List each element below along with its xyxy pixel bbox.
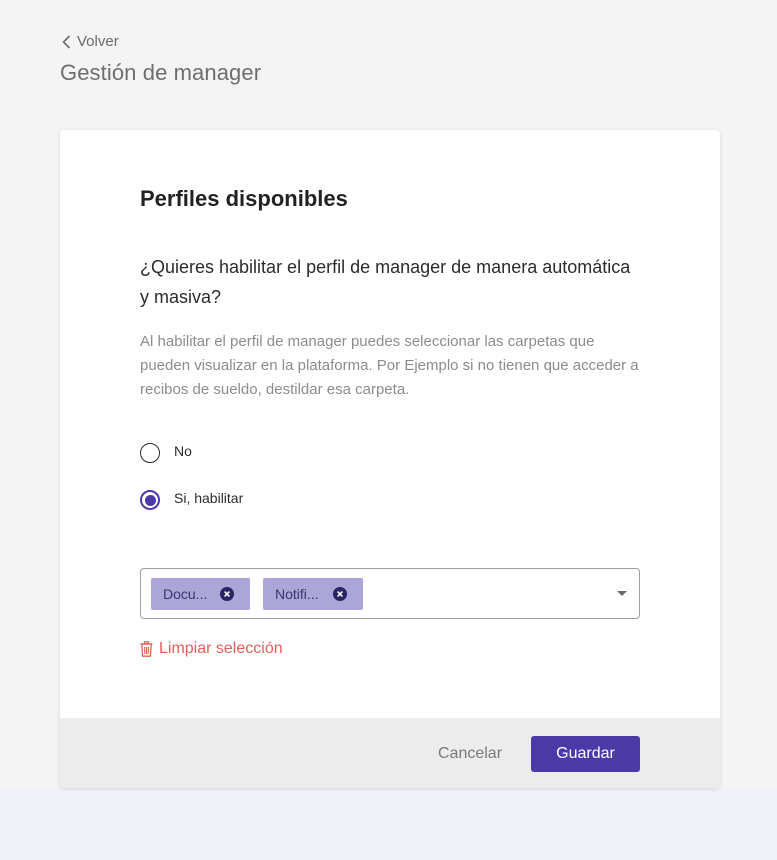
cancel-button[interactable]: Cancelar (426, 736, 514, 772)
selected-chip-notificaciones: Notifi... (263, 578, 363, 610)
radio-option-si-habilitar[interactable]: Si, habilitar (140, 490, 243, 510)
radio-option-no[interactable]: No (140, 443, 192, 463)
question-text: ¿Quieres habilitar el perfil de manager … (140, 257, 631, 307)
save-button[interactable]: Guardar (531, 736, 640, 772)
card-footer: Cancelar Guardar (60, 718, 720, 788)
radio-button-no[interactable] (140, 443, 160, 463)
clear-selection-button[interactable]: Limpiar selección (140, 640, 283, 658)
description-text: Al habilitar el perfil de manager puedes… (140, 333, 639, 398)
page-bottom-band (0, 788, 777, 860)
trash-icon (140, 641, 153, 657)
close-circle-icon[interactable] (220, 587, 234, 601)
back-link-label: Volver (77, 33, 119, 50)
section-title: Perfiles disponibles (140, 186, 348, 211)
selected-chip-documentos: Docu... (151, 578, 250, 610)
manager-profile-card: Perfiles disponibles ¿Quieres habilitar … (60, 130, 720, 788)
back-link[interactable]: Volver (62, 33, 119, 50)
folders-multiselect[interactable]: Docu... Notifi... (140, 568, 640, 619)
radio-label-no: No (174, 443, 192, 459)
clear-selection-label: Limpiar selección (159, 640, 283, 657)
chip-label: Docu... (163, 586, 208, 602)
caret-down-icon[interactable] (617, 591, 627, 596)
page-title: Gestión de manager (60, 60, 262, 85)
close-circle-icon[interactable] (333, 587, 347, 601)
radio-button-si-habilitar[interactable] (140, 490, 160, 510)
chevron-left-icon (62, 34, 71, 49)
chip-label: Notifi... (275, 586, 319, 602)
radio-label-si-habilitar: Si, habilitar (174, 490, 244, 506)
